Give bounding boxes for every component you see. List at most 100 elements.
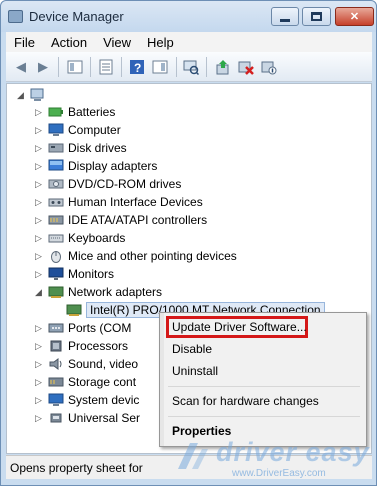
expand-arrow-icon[interactable]: ▷ [35, 413, 44, 424]
disable-icon[interactable] [260, 58, 278, 76]
device-manager-icon [8, 10, 23, 23]
sound-icon [49, 358, 62, 370]
tree-item-ports[interactable]: ▷ Ports (COM [35, 319, 131, 337]
device-manager-window: Device Manager ✕ File Action View Help ◀… [0, 0, 377, 486]
update-driver-software-menu-item[interactable]: Update Driver Software... [172, 320, 307, 334]
toolbar-separator [176, 57, 177, 77]
tree-label: Disk drives [68, 141, 127, 155]
help-icon[interactable]: ? [128, 58, 146, 76]
tree-item-monitors[interactable]: ▷ Monitors [35, 265, 114, 283]
context-menu: Update Driver Software... Disable Uninst… [159, 312, 367, 447]
ide-controller-icon [48, 215, 64, 225]
tree-root[interactable]: ◢ [17, 86, 50, 104]
toolbar-separator [90, 57, 91, 77]
expand-arrow-icon[interactable]: ▷ [35, 251, 44, 262]
context-menu-gutter [160, 313, 164, 446]
close-button[interactable]: ✕ [335, 7, 374, 26]
toolbar-separator [121, 57, 122, 77]
menu-file[interactable]: File [6, 35, 43, 50]
expand-arrow-icon[interactable]: ▷ [35, 269, 44, 280]
menu-view[interactable]: View [95, 35, 139, 50]
storage-icon [48, 377, 64, 387]
tree-label: IDE ATA/ATAPI controllers [68, 213, 208, 227]
tree-item-network-adapters[interactable]: ◢ Network adapters [35, 283, 162, 301]
tree-item-display-adapters[interactable]: ▷ Display adapters [35, 157, 157, 175]
tree-label: Keyboards [68, 231, 126, 245]
tree-label: Ports (COM [68, 321, 132, 335]
action-pane-icon[interactable] [151, 58, 169, 76]
window-title: Device Manager [29, 9, 124, 24]
expand-arrow-icon[interactable]: ▷ [35, 197, 44, 208]
battery-icon [48, 107, 63, 117]
tree-item-processors[interactable]: ▷ Processors [35, 337, 128, 355]
tree-item-dvd-drives[interactable]: ▷ DVD/CD-ROM drives [35, 175, 181, 193]
status-text: Opens property sheet for t [10, 460, 146, 475]
menu-help[interactable]: Help [139, 35, 182, 50]
tree-item-disk-drives[interactable]: ▷ Disk drives [35, 139, 127, 157]
dvd-drive-icon [48, 179, 64, 189]
expand-arrow-icon[interactable]: ▷ [35, 107, 44, 118]
tree-label: Storage cont [68, 375, 137, 389]
menu-action[interactable]: Action [43, 35, 95, 50]
scan-hardware-menu-item[interactable]: Scan for hardware changes [172, 394, 319, 408]
expand-arrow-icon[interactable]: ▷ [35, 143, 44, 154]
tree-item-computer[interactable]: ▷ Computer [35, 121, 121, 139]
expand-arrow-icon[interactable]: ▷ [35, 215, 44, 226]
properties-icon[interactable] [97, 58, 115, 76]
maximize-icon [311, 12, 322, 21]
show-hide-icon[interactable] [66, 58, 84, 76]
update-driver-icon[interactable] [214, 58, 232, 76]
tree-item-system-devices[interactable]: ▷ System devic [35, 391, 139, 409]
tree-item-keyboards[interactable]: ▷ Keyboards [35, 229, 125, 247]
forward-icon[interactable]: ▶ [34, 58, 52, 76]
system-device-icon [48, 393, 64, 406]
tree-label: Monitors [68, 267, 115, 281]
processor-icon [50, 340, 62, 352]
minimize-icon [280, 18, 290, 22]
tree-item-sound-video[interactable]: ▷ Sound, video [35, 355, 138, 373]
menu-separator [168, 416, 360, 417]
tree-item-storage-controllers[interactable]: ▷ Storage cont [35, 373, 136, 391]
tree-item-hid[interactable]: ▷ Human Interface Devices [35, 193, 203, 211]
computer-root-icon [30, 88, 44, 101]
menu-separator [168, 386, 360, 387]
collapse-arrow-icon[interactable]: ◢ [35, 287, 44, 298]
expand-arrow-icon[interactable]: ▷ [35, 395, 44, 406]
computer-icon [48, 123, 64, 136]
expand-arrow-icon[interactable]: ▷ [35, 341, 44, 352]
status-bar: Opens property sheet for t [6, 455, 372, 479]
toolbar: ◀ ▶ ? [6, 52, 372, 82]
minimize-button[interactable] [271, 7, 299, 26]
tree-label: Batteries [68, 105, 116, 119]
expand-arrow-icon[interactable]: ▷ [35, 179, 44, 190]
tree-item-usb-controllers[interactable]: ▷ Universal Ser [35, 409, 140, 427]
close-icon: ✕ [349, 11, 360, 23]
tree-item-mice[interactable]: ▷ Mice and other pointing devices [35, 247, 237, 265]
uninstall-menu-item[interactable]: Uninstall [172, 364, 218, 378]
mouse-icon [51, 251, 61, 263]
tree-item-batteries[interactable]: ▷ Batteries [35, 103, 115, 121]
menu-bar: File Action View Help [6, 32, 372, 52]
svg-text:?: ? [134, 61, 141, 75]
tree-label: System devic [68, 393, 140, 407]
expand-arrow-icon[interactable]: ▷ [35, 323, 44, 334]
tree-item-ide-controllers[interactable]: ▷ IDE ATA/ATAPI controllers [35, 211, 207, 229]
expand-arrow-icon[interactable]: ▷ [35, 377, 44, 388]
tree-label: Human Interface Devices [68, 195, 203, 209]
back-icon[interactable]: ◀ [12, 58, 30, 76]
display-adapter-icon [48, 159, 64, 171]
network-card-icon [66, 304, 82, 316]
tree-label: Mice and other pointing devices [68, 249, 237, 263]
expand-arrow-icon[interactable]: ▷ [35, 233, 44, 244]
expand-arrow-icon[interactable]: ▷ [35, 125, 44, 136]
disable-menu-item[interactable]: Disable [172, 342, 212, 356]
expand-arrow-icon[interactable]: ▷ [35, 161, 44, 172]
collapse-arrow-icon[interactable]: ◢ [17, 90, 26, 101]
maximize-button[interactable] [302, 7, 331, 26]
properties-menu-item[interactable]: Properties [172, 424, 231, 438]
tree-label: Computer [68, 123, 121, 137]
scan-icon[interactable] [182, 58, 200, 76]
uninstall-icon[interactable] [237, 58, 255, 76]
expand-arrow-icon[interactable]: ▷ [35, 359, 44, 370]
tree-label: DVD/CD-ROM drives [68, 177, 182, 191]
